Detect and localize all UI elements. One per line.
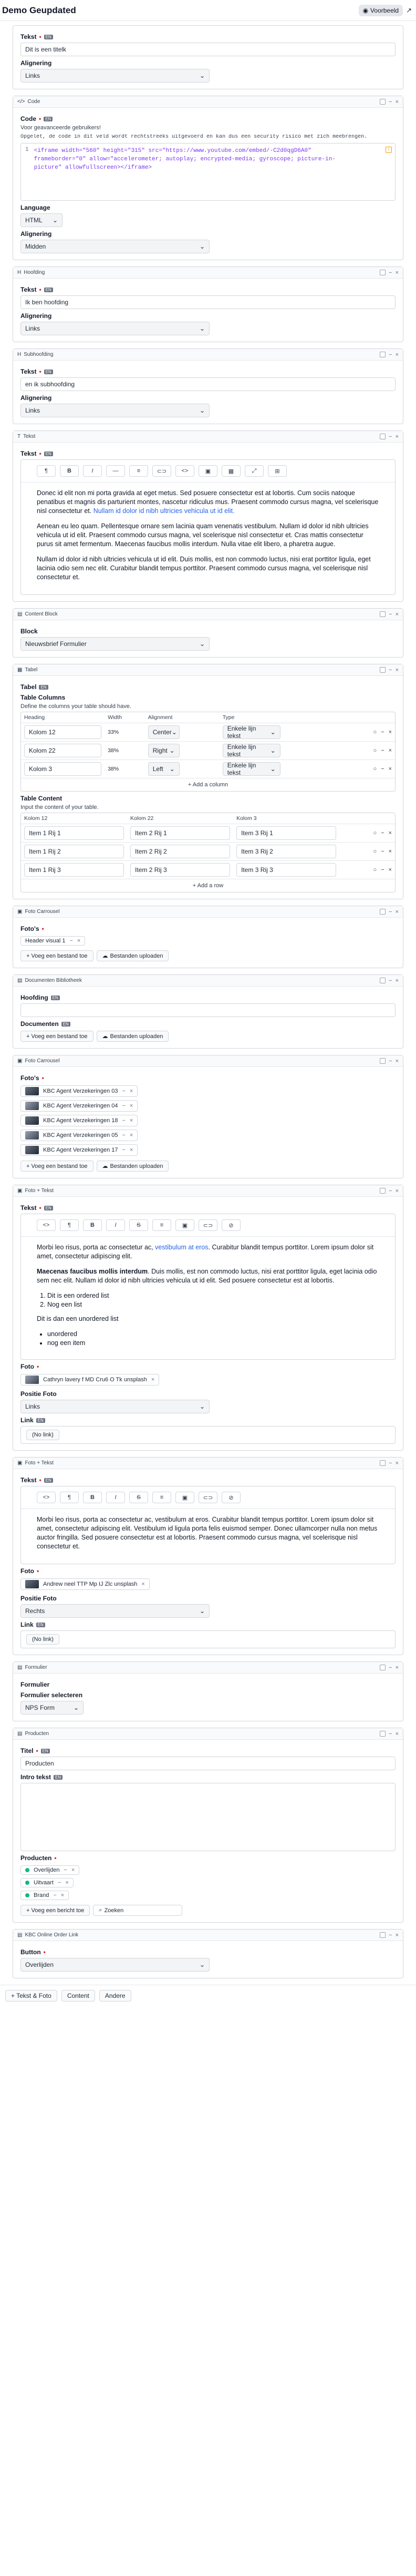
block-formulier: ▤ Formulier − × Formulier Formulier selecte… xyxy=(13,1661,403,1721)
warning-icon: ! xyxy=(386,147,392,153)
table-row: Item 1 Rij 3 Item 2 Rij 3 Item 3 Rij 3 ○ − × xyxy=(21,860,395,879)
table-row: Kolom 3 38% Left ⌄ Enkele lijn tekst ⌄ ○ − × xyxy=(21,760,395,778)
text-link[interactable]: Nullam id dolor id nibh ultricies vehicu… xyxy=(93,507,235,515)
list-item[interactable]: KBC Agent Verzekeringen 05− × xyxy=(20,1130,138,1141)
list-item[interactable]: KBC Agent Verzekeringen 04− × xyxy=(20,1100,138,1112)
content-button[interactable]: Content xyxy=(61,1989,95,2002)
intro-textarea[interactable] xyxy=(20,1783,396,1851)
italic-icon: I xyxy=(106,1219,125,1231)
block-foto-tekst-2: ▣ Foto + Tekst − × Tekst • EN <> ¶ B I S ≡ ▣ ⊂⊃ ⊘ Mor… xyxy=(13,1457,403,1655)
upload-button[interactable]: ☁ Bestanden uploaden xyxy=(96,950,169,961)
language-select[interactable]: HTML ⌄ xyxy=(20,213,63,227)
bold-icon: B xyxy=(83,1219,102,1231)
close-icon[interactable]: × xyxy=(396,99,399,105)
bottom-toolbar: + Tekst & Foto Content Andere xyxy=(0,1985,416,2006)
rich-text-editor[interactable]: <> ¶ B I S ≡ ▣ ⊂⊃ ⊘ Morbi leo risus, porta ac co… xyxy=(20,1214,396,1360)
image-icon[interactable]: ▣ xyxy=(199,465,217,477)
block-foto-tekst: ▣ Foto + Tekst − × Tekst • EN <> ¶ B I S ≡ ▣ ⊂⊃ ⊘ Mor… xyxy=(13,1185,403,1451)
list-item[interactable]: KBC Agent Verzekeringen 18− × xyxy=(20,1115,138,1126)
subhoofding-input[interactable]: en ik subhoofding xyxy=(20,377,396,391)
image-icon: ▣ xyxy=(175,1219,194,1231)
top-bar: Demo Geupdated ◉ Voorbeeld ↗ xyxy=(0,0,416,21)
table-row: Kolom 22 38% Right ⌄ Enkele lijn tekst ⌄ ○ − × xyxy=(21,741,395,760)
align-select[interactable]: Links ⌄ xyxy=(20,69,210,83)
rich-text-editor[interactable]: ¶ B I — ≡ ⊂⊃ <> ▣ ▦ ⤢ ⊞ Donec id elit no… xyxy=(20,459,396,595)
table-row: Kolom 12 33% Center ⌄ Enkele lijn tekst ⌄ ○ − × xyxy=(21,723,395,742)
select-checkbox[interactable] xyxy=(380,98,386,105)
add-file-button[interactable]: + Voeg een bestand toe xyxy=(20,950,93,961)
hoofding-input[interactable] xyxy=(20,1003,396,1017)
block-tabel: ▦ Tabel − × Tabel EN Table Columns Define th… xyxy=(13,664,403,899)
eye-icon: ◉ xyxy=(362,6,369,14)
upload-icon: ☁ xyxy=(102,953,108,959)
collapse-icon[interactable]: − xyxy=(389,99,392,105)
block-code: </> Code − × Code • EN Voor geavanceerde gebr… xyxy=(13,96,403,260)
block-hoofding: H Hoofding − × Tekst • EN Ik ben hoofding Ali… xyxy=(13,266,403,342)
search-icon: ⌕ xyxy=(99,1907,102,1913)
block-producten: ▤ Producten − × Titel • EN Producten Intro te… xyxy=(13,1728,403,1923)
share-icon[interactable]: ↗ xyxy=(406,6,412,15)
link-icon: ⊂⊃ xyxy=(199,1219,217,1231)
block-tekst: Tekst • EN Dit is een titelk Alignering Li… xyxy=(13,25,403,89)
code-editor[interactable]: 1 <iframe width="560" height="315" src="h… xyxy=(20,143,396,201)
unlink-icon: ⊘ xyxy=(222,1219,241,1231)
block-subhoofding: H Subhoofding − × Tekst • EN en ik subhoofdin… xyxy=(13,348,403,424)
block-kbc-order-link: ▤ KBC Online Order Link − × Button • Overlij… xyxy=(13,1929,403,1978)
preview-button[interactable]: ◉ Voorbeeld xyxy=(358,4,403,16)
table-row: Item 1 Rij 2 Item 2 Rij 2 Item 3 Rij 2 ○ − × xyxy=(21,842,395,861)
code-icon: </> xyxy=(17,99,25,105)
grid-icon[interactable]: ⊞ xyxy=(268,465,287,477)
add-column-button[interactable]: + Add a column xyxy=(21,778,395,791)
code-icon: <> xyxy=(37,1219,56,1231)
link-icon[interactable]: ⊂⊃ xyxy=(152,465,171,477)
add-tekst-foto-button[interactable]: + Tekst & Foto xyxy=(5,1989,57,2002)
fullscreen-icon[interactable]: ⤢ xyxy=(245,465,264,477)
add-row-button[interactable]: + Add a row xyxy=(21,879,395,892)
list-item[interactable]: KBC Agent Verzekeringen 17− × xyxy=(20,1144,138,1156)
list-item[interactable]: Header visual 1− × xyxy=(20,936,86,946)
block-select[interactable]: Nieuwsbrief Formulier ⌄ xyxy=(20,637,210,651)
block-content: ▤ Content Block − × Block Nieuwsbrief Formu… xyxy=(13,608,403,658)
block-foto-carrousel-2: ▣ Foto Carrousel − × Foto's • KBC Agent Verz… xyxy=(13,1055,403,1178)
hr-icon[interactable]: — xyxy=(106,465,125,477)
columns-table: Heading Width Alignment Type Kolom 12 33% Cen… xyxy=(21,712,395,778)
list-icon[interactable]: ≡ xyxy=(129,465,148,477)
list-item[interactable]: KBC Agent Verzekeringen 03− × xyxy=(20,1085,138,1097)
paragraph-icon[interactable]: ¶ xyxy=(37,465,56,477)
block-tekst-rich: T Tekst − × Tekst • EN ¶ B I — ≡ ⊂⊃ <> ▣ ▦ ⤢ … xyxy=(13,430,403,602)
paragraph-icon: ¶ xyxy=(60,1219,79,1231)
hoofding-input[interactable]: Ik ben hoofding xyxy=(20,295,396,309)
chevron-down-icon: ⌄ xyxy=(199,72,205,79)
italic-icon[interactable]: I xyxy=(83,465,102,477)
tekst-input[interactable]: Dit is een titelk xyxy=(20,43,396,56)
bold-icon[interactable]: B xyxy=(60,465,79,477)
block-documenten: ▤ Documenten Bibliotheek − × Hoofding EN Doc… xyxy=(13,974,403,1049)
table-icon[interactable]: ▦ xyxy=(222,465,241,477)
content-table: Kolom 12 Kolom 22 Kolom 3 Item 1 Rij 1 Item… xyxy=(21,813,395,879)
strike-icon: S xyxy=(129,1219,148,1231)
table-row: Item 1 Rij 1 Item 2 Rij 1 Item 3 Rij 1 ○ − × xyxy=(21,824,395,843)
list-icon: ≡ xyxy=(152,1219,171,1231)
code-icon[interactable]: <> xyxy=(175,465,194,477)
align-select[interactable]: Midden ⌄ xyxy=(20,240,210,253)
andere-button[interactable]: Andere xyxy=(99,1989,131,2002)
rich-text-editor[interactable]: <> ¶ B I S ≡ ▣ ⊂⊃ ⊘ Morbi leo risus, porta ac co… xyxy=(20,1486,396,1564)
block-foto-carrousel: ▣ Foto Carrousel − × Foto's • Header visual … xyxy=(13,906,403,968)
page-title: Demo Geupdated xyxy=(2,5,76,15)
